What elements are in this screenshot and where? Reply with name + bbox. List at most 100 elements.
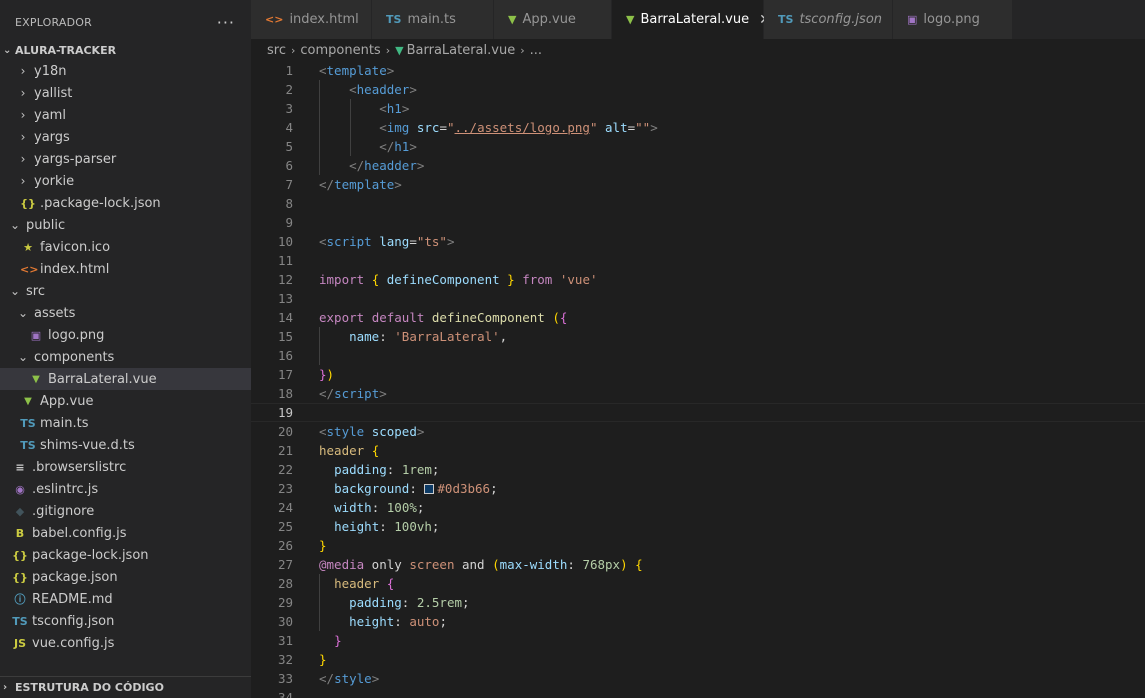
code-line[interactable]: 25 height: 100vh; xyxy=(251,517,1145,536)
file-label: assets xyxy=(34,305,76,321)
code-line[interactable]: 6 </headder> xyxy=(251,156,1145,175)
line-number: 11 xyxy=(277,253,293,268)
file-item[interactable]: ★ favicon.ico xyxy=(0,236,251,258)
code-line[interactable]: 23 background: #0d3b66; xyxy=(251,479,1145,498)
code-line[interactable]: 31 } xyxy=(251,631,1145,650)
code-line[interactable]: 4 <img src="../assets/logo.png" alt=""> xyxy=(251,118,1145,137)
chevron-right-icon: › xyxy=(20,108,26,122)
file-item[interactable]: ◆ .gitignore xyxy=(0,500,251,522)
line-number: 8 xyxy=(285,196,293,211)
folder-item[interactable]: ⌄ public xyxy=(0,214,251,236)
editor-tab-bar: <> index.html TS main.ts ▼ App.vue ▼ BarraLater… xyxy=(251,0,1145,39)
code-line[interactable]: 22 padding: 1rem; xyxy=(251,460,1145,479)
folder-item[interactable]: ⌄ assets xyxy=(0,302,251,324)
code-line[interactable]: 27 @media only screen and (max-width: 768… xyxy=(251,555,1145,574)
code-text: header { xyxy=(319,443,380,458)
line-number: 28 xyxy=(277,576,293,591)
file-item[interactable]: TS tsconfig.json xyxy=(0,610,251,632)
info-file-icon: ⓘ xyxy=(14,593,26,606)
file-label: yargs xyxy=(34,129,70,145)
file-item[interactable]: {} package.json xyxy=(0,566,251,588)
breadcrumb-segment[interactable]: src xyxy=(267,43,286,58)
tab-logo-png[interactable]: ▣ logo.png xyxy=(893,0,1013,39)
tab-app-vue[interactable]: ▼ App.vue xyxy=(494,0,612,39)
code-line[interactable]: 17}) xyxy=(251,365,1145,384)
code-line[interactable]: 11 xyxy=(251,251,1145,270)
file-tree: › y18n › yallist › yaml › yargs › yargs-parser › yo… xyxy=(0,60,251,654)
tab-barralateral-vue[interactable]: ▼BarraLateral.vue✕ xyxy=(612,0,771,39)
tab-main-ts[interactable]: TS main.ts xyxy=(372,0,494,39)
folder-item[interactable]: › yargs-parser xyxy=(0,148,251,170)
code-line[interactable]: 29 padding: 2.5rem; xyxy=(251,593,1145,612)
folder-item[interactable]: › yorkie xyxy=(0,170,251,192)
tab-label: main.ts xyxy=(407,12,456,27)
code-line[interactable]: 28 header { xyxy=(251,574,1145,593)
code-line[interactable]: 19 xyxy=(251,403,1145,422)
chevron-right-icon: › xyxy=(20,64,26,78)
folder-item[interactable]: › yaml xyxy=(0,104,251,126)
code-line[interactable]: 14 export default defineComponent ({ xyxy=(251,308,1145,327)
code-line[interactable]: 9 xyxy=(251,213,1145,232)
file-item[interactable]: Bbabel.config.js xyxy=(0,522,251,544)
file-item[interactable]: JS vue.config.js xyxy=(0,632,251,654)
code-line[interactable]: 16 xyxy=(251,346,1145,365)
folder-item[interactable]: › y18n xyxy=(0,60,251,82)
file-item[interactable]: {} package-lock.json xyxy=(0,544,251,566)
file-label: main.ts xyxy=(40,415,89,431)
code-text: height: 100vh; xyxy=(334,519,440,534)
file-item[interactable]: ◉ .eslintrc.js xyxy=(0,478,251,500)
code-line[interactable]: 20 <style scoped> xyxy=(251,422,1145,441)
code-line[interactable]: 12 import { defineComponent } from 'vue' xyxy=(251,270,1145,289)
chevron-down-icon: ⌄ xyxy=(3,44,12,56)
breadcrumb-segment[interactable]: ... xyxy=(530,43,542,58)
file-item[interactable]: ≡ .browserslistrc xyxy=(0,456,251,478)
chevron-right-icon: › xyxy=(3,682,8,693)
code-line[interactable]: 18 </script> xyxy=(251,384,1145,403)
code-line[interactable]: 5 </h1> xyxy=(251,137,1145,156)
code-line[interactable]: 21 header { xyxy=(251,441,1145,460)
line-number: 3 xyxy=(285,101,293,116)
code-line[interactable]: 10 <script lang="ts"> xyxy=(251,232,1145,251)
file-item[interactable]: ⓘ README.md xyxy=(0,588,251,610)
file-label: y18n xyxy=(34,63,67,79)
file-item[interactable]: ▼ App.vue xyxy=(0,390,251,412)
code-line[interactable]: 32} xyxy=(251,650,1145,669)
code-line[interactable]: 7 </template> xyxy=(251,175,1145,194)
file-item[interactable]: {} .package-lock.json xyxy=(0,192,251,214)
code-line[interactable]: 26} xyxy=(251,536,1145,555)
breadcrumb-segment[interactable]: BarraLateral.vue xyxy=(407,43,516,58)
folder-item[interactable]: › yargs xyxy=(0,126,251,148)
code-line[interactable]: 1 <template> xyxy=(251,61,1145,80)
file-item[interactable]: TS main.ts xyxy=(0,412,251,434)
explorer-title: EXPLORADOR xyxy=(15,15,93,29)
code-line[interactable]: 33 </style> xyxy=(251,669,1145,688)
folder-item[interactable]: ⌄ components xyxy=(0,346,251,368)
chevron-right-icon: › xyxy=(20,152,26,166)
code-line[interactable]: 34 xyxy=(251,688,1145,698)
folder-item[interactable]: › yallist xyxy=(0,82,251,104)
code-line[interactable]: 2 <headder> xyxy=(251,80,1145,99)
folder-item[interactable]: ⌄ src xyxy=(0,280,251,302)
color-swatch-icon[interactable] xyxy=(424,484,435,494)
code-line[interactable]: 24 width: 100%; xyxy=(251,498,1145,517)
file-item[interactable]: ▼ BarraLateral.vue xyxy=(0,368,251,390)
file-item[interactable]: ▣ logo.png xyxy=(0,324,251,346)
line-number: 12 xyxy=(277,272,293,287)
tab-index-html[interactable]: <> index.html xyxy=(251,0,372,39)
code-editor[interactable]: 1 <template> 2 <headder> 3 <h1> 4 <img src="… xyxy=(251,61,1145,698)
code-line[interactable]: 30 height: auto; xyxy=(251,612,1145,631)
code-line[interactable]: 15 name: 'BarraLateral', xyxy=(251,327,1145,346)
code-text: <headder> xyxy=(349,82,417,97)
more-actions-icon[interactable]: ··· xyxy=(217,13,235,32)
breadcrumb-segment[interactable]: components xyxy=(300,43,380,58)
file-item[interactable]: TS shims-vue.d.ts xyxy=(0,434,251,456)
outline-section-header[interactable]: › ESTRUTURA DO CÓDIGO xyxy=(0,676,251,698)
file-item[interactable]: <> index.html xyxy=(0,258,251,280)
project-section-header[interactable]: ⌄ ALURA-TRACKER xyxy=(0,41,251,59)
tab-tsconfig-json[interactable]: TS tsconfig.json xyxy=(764,0,893,39)
file-label: components xyxy=(34,349,115,365)
code-line[interactable]: 13 xyxy=(251,289,1145,308)
code-line[interactable]: 8 xyxy=(251,194,1145,213)
code-text: <style scoped> xyxy=(319,424,425,439)
code-line[interactable]: 3 <h1> xyxy=(251,99,1145,118)
